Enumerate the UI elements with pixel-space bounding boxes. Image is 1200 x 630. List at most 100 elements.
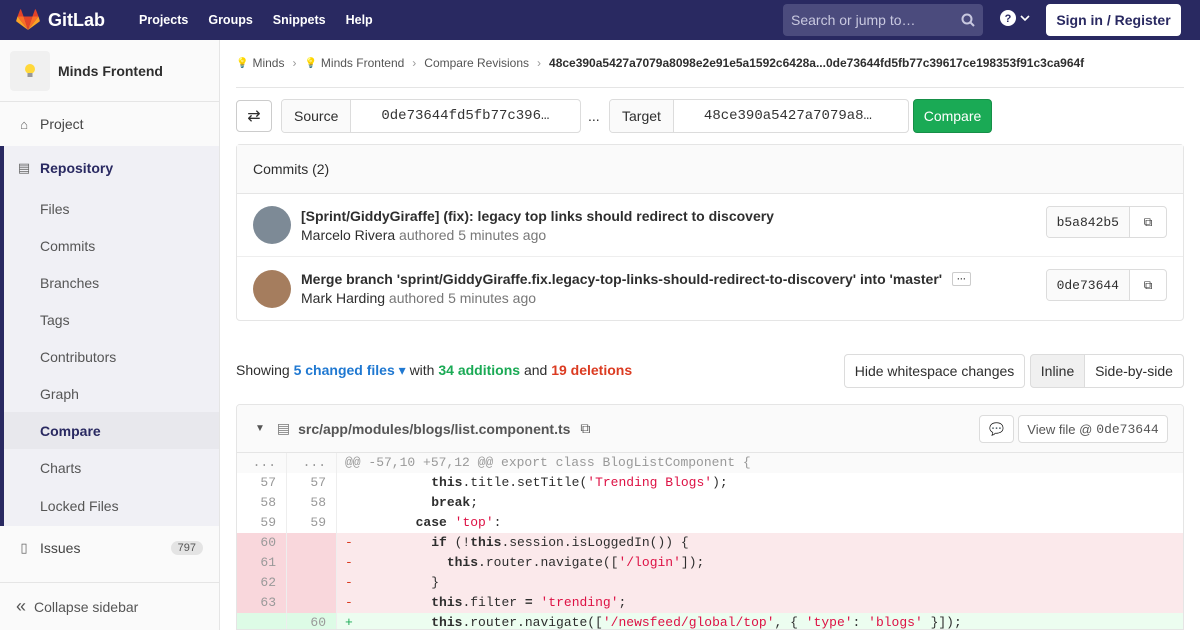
commit-sha[interactable]: 0de73644 xyxy=(1046,270,1130,300)
project-name: Minds Frontend xyxy=(58,62,163,79)
old-line-number[interactable] xyxy=(237,613,287,629)
file-header: ▼ ▤ src/app/modules/blogs/list.component… xyxy=(237,405,1183,453)
sidebar-item-tags[interactable]: Tags xyxy=(4,301,219,338)
changed-files-dropdown[interactable]: 5 changed files ▾ xyxy=(294,362,406,378)
sidebar-item-branches[interactable]: Branches xyxy=(4,264,219,301)
compare-button[interactable]: Compare xyxy=(913,99,992,133)
help-dropdown[interactable]: ? xyxy=(1000,10,1030,26)
sidebar-item-project[interactable]: ⌂ Project xyxy=(0,102,219,146)
file-diff: ▼ ▤ src/app/modules/blogs/list.component… xyxy=(236,404,1184,630)
breadcrumb-item[interactable]: Compare Revisions xyxy=(424,56,529,70)
new-line-number[interactable] xyxy=(287,573,337,593)
old-line-number[interactable]: 58 xyxy=(237,493,287,513)
breadcrumb-current[interactable]: 48ce390a5427a7079a8098e2e91e5a1592c6428a… xyxy=(549,56,1084,70)
collapse-label: Collapse sidebar xyxy=(34,598,139,615)
gitlab-logo[interactable]: GitLab xyxy=(16,0,105,40)
old-line-number[interactable]: 59 xyxy=(237,513,287,533)
sidebar-item-graph[interactable]: Graph xyxy=(4,375,219,412)
sidebar-item-locked-files[interactable]: Locked Files xyxy=(4,486,219,526)
svg-text:?: ? xyxy=(1005,13,1012,25)
old-line-number[interactable]: 57 xyxy=(237,473,287,493)
sidebar-item-issues[interactable]: ▯ Issues 797 xyxy=(0,526,219,570)
chevron-right-icon: › xyxy=(412,56,417,70)
new-line-number[interactable]: 58 xyxy=(287,493,337,513)
hide-whitespace-button[interactable]: Hide whitespace changes xyxy=(844,354,1025,388)
sidebar-item-label: Repository xyxy=(40,160,114,176)
sidebar-project-header[interactable]: Minds Frontend xyxy=(0,40,219,102)
additions-count: 34 additions xyxy=(438,362,521,378)
side-by-side-button[interactable]: Side-by-side xyxy=(1084,354,1184,388)
target-value: 48ce390a5427a7079a8… xyxy=(703,108,872,124)
breadcrumb: 💡 Minds › 💡 Minds Frontend › Compare Rev… xyxy=(236,56,1084,70)
and-label: and xyxy=(523,362,548,378)
commit-title[interactable]: Merge branch 'sprint/GiddyGiraffe.fix.le… xyxy=(301,271,942,287)
inline-view-button[interactable]: Inline xyxy=(1030,354,1085,388)
sidebar-item-charts[interactable]: Charts xyxy=(4,449,219,486)
new-line-number[interactable] xyxy=(287,533,337,553)
commit-time: 5 minutes ago xyxy=(458,226,547,243)
code-line: this.title.setTitle('Trending Blogs'); xyxy=(431,475,728,490)
home-icon: ⌂ xyxy=(20,116,28,132)
view-file-button[interactable]: View file @0de73644 xyxy=(1018,415,1168,443)
new-line-number[interactable]: 57 xyxy=(287,473,337,493)
sidebar-item-files[interactable]: Files xyxy=(4,190,219,227)
search-input[interactable]: Search or jump to… xyxy=(783,4,983,36)
code-line: - this.filter = 'trending'; xyxy=(345,595,627,610)
chevron-right-icon: › xyxy=(537,56,542,70)
sidebar-item-compare[interactable]: Compare xyxy=(4,412,219,449)
commit-sha-group: 0de73644 ⧉ xyxy=(1045,269,1167,301)
commits-panel: Commits (2) [Sprint/GiddyGiraffe] (fix):… xyxy=(236,144,1184,321)
sidebar-item-contributors[interactable]: Contributors xyxy=(4,338,219,375)
old-line-number[interactable]: 62 xyxy=(237,573,287,593)
file-path[interactable]: src/app/modules/blogs/list.component.ts xyxy=(298,421,570,437)
diff-line-removed: 62 - } xyxy=(237,573,1183,593)
range-dots: ... xyxy=(588,108,600,124)
nav-help[interactable]: Help xyxy=(336,0,383,40)
avatar[interactable] xyxy=(253,206,291,244)
sidebar: Minds Frontend ⌂ Project ▤ Repository Fi… xyxy=(0,40,220,630)
commit-time: 5 minutes ago xyxy=(448,290,537,306)
lightbulb-icon xyxy=(25,63,35,77)
new-line-number[interactable] xyxy=(287,593,337,613)
commit-author[interactable]: Mark Harding xyxy=(301,290,385,306)
code-line: - } xyxy=(345,575,440,590)
copy-icon[interactable]: ⧉ xyxy=(580,420,590,437)
new-line-number[interactable]: 60 xyxy=(287,613,337,629)
nav-groups[interactable]: Groups xyxy=(198,0,262,40)
file-icon: ▤ xyxy=(276,420,291,436)
diff-line: 57 57 this.title.setTitle('Trending Blogs… xyxy=(237,473,1183,493)
old-line-number[interactable]: 63 xyxy=(237,593,287,613)
new-line-number[interactable] xyxy=(287,553,337,573)
sidebar-item-label: Issues xyxy=(40,540,81,556)
sign-in-button[interactable]: Sign in / Register xyxy=(1046,4,1181,36)
source-value: 0de73644fd5fb77c396… xyxy=(381,108,550,124)
swap-revisions-button[interactable]: ⇄ xyxy=(236,100,272,132)
source-revision-field[interactable]: Source 0de73644fd5fb77c396… xyxy=(281,99,581,133)
breadcrumb-item[interactable]: Minds Frontend xyxy=(321,56,404,70)
old-line-number[interactable]: 60 xyxy=(237,533,287,553)
avatar[interactable] xyxy=(253,269,291,308)
diff-table: ...... @@ -57,10 +57,12 @@ export class B… xyxy=(237,453,1183,629)
collapse-sidebar-button[interactable]: « Collapse sidebar xyxy=(0,582,219,630)
commit-row: Merge branch 'sprint/GiddyGiraffe.fix.le… xyxy=(237,257,1183,320)
nav-projects[interactable]: Projects xyxy=(129,0,198,40)
copy-icon[interactable]: ⧉ xyxy=(1130,270,1166,300)
toggle-comments-button[interactable]: 💬 xyxy=(979,415,1014,443)
new-line-number[interactable]: ... xyxy=(287,453,337,473)
old-line-number[interactable]: 61 xyxy=(237,553,287,573)
old-line-number[interactable]: ... xyxy=(237,453,287,473)
issues-icon: ▯ xyxy=(20,540,28,555)
copy-icon[interactable]: ⧉ xyxy=(1130,207,1166,237)
caret-down-icon[interactable]: ▼ xyxy=(255,423,265,434)
commit-sha[interactable]: b5a842b5 xyxy=(1046,207,1130,237)
breadcrumb-item[interactable]: Minds xyxy=(252,56,284,70)
new-line-number[interactable]: 59 xyxy=(287,513,337,533)
sidebar-item-repository[interactable]: ▤ Repository xyxy=(4,146,219,190)
expand-description-button[interactable]: ··· xyxy=(952,272,972,286)
nav-snippets[interactable]: Snippets xyxy=(263,0,336,40)
question-icon: ? xyxy=(1000,10,1016,26)
sidebar-item-commits[interactable]: Commits xyxy=(4,227,219,264)
commit-author[interactable]: Marcelo Rivera xyxy=(301,227,395,243)
target-revision-field[interactable]: Target 48ce390a5427a7079a8… xyxy=(609,99,909,133)
commit-title[interactable]: [Sprint/GiddyGiraffe] (fix): legacy top … xyxy=(301,208,774,224)
